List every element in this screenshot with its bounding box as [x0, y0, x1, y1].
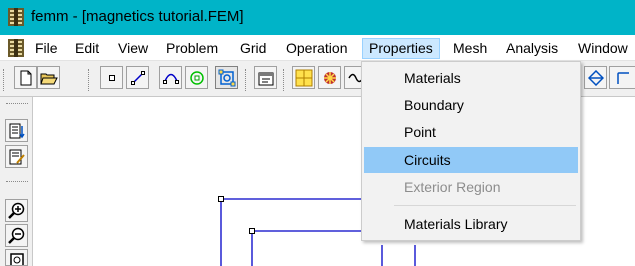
group-mode-button[interactable] [215, 66, 238, 89]
toolbar-grip[interactable] [283, 69, 286, 91]
node-point[interactable] [249, 228, 255, 234]
zoom-in-icon [7, 202, 24, 219]
menu-problem[interactable]: Problem [160, 38, 224, 59]
inner-boundary-segment[interactable] [251, 230, 375, 266]
document-system-menu-icon[interactable] [8, 39, 24, 57]
arc-segment-mode-icon [162, 73, 179, 84]
block-label-mode-button[interactable] [185, 66, 208, 89]
snap-grid-icon [9, 123, 25, 138]
open-file-button[interactable] [37, 66, 60, 89]
grid-properties-button[interactable] [5, 145, 28, 168]
menu-mesh[interactable]: Mesh [447, 38, 493, 59]
diamond-icon [587, 69, 604, 86]
new-file-button[interactable] [14, 66, 37, 89]
toolbar-grip[interactable] [88, 69, 91, 91]
properties-button[interactable] [254, 66, 277, 89]
new-file-icon [20, 70, 31, 85]
toolbar-grip[interactable] [3, 69, 6, 91]
open-folder-icon [39, 73, 58, 84]
menu-bar: File Edit View Problem Grid Operation Pr… [0, 35, 635, 61]
femm-app-icon [8, 8, 24, 26]
zoom-natural-button[interactable] [5, 249, 28, 266]
menu-grid[interactable]: Grid [234, 38, 272, 59]
corner-button[interactable] [609, 66, 635, 89]
outer-boundary-segment[interactable] [220, 198, 375, 266]
segment-mode-icon [130, 70, 145, 85]
menu-properties[interactable]: Properties [362, 38, 440, 59]
toolbar-grip[interactable] [6, 181, 28, 184]
menu-separator [394, 205, 576, 206]
toolbar-grip[interactable] [6, 103, 28, 106]
orient-button[interactable] [584, 66, 607, 89]
window-title: femm - [magnetics tutorial.FEM] [31, 8, 244, 25]
menu-analysis[interactable]: Analysis [500, 38, 564, 59]
menu-edit[interactable]: Edit [69, 38, 105, 59]
menu-item-materials-library[interactable]: Materials Library [364, 211, 578, 237]
zoom-window-button[interactable] [292, 66, 315, 89]
mesh-button[interactable] [318, 66, 341, 89]
menu-item-boundary[interactable]: Boundary [364, 92, 578, 118]
arc-segment-mode-button[interactable] [159, 66, 182, 89]
menu-item-point[interactable]: Point [364, 119, 578, 145]
menu-item-exterior-region: Exterior Region [404, 179, 501, 195]
toolbar-grip[interactable] [245, 69, 248, 91]
snap-grid-button[interactable] [5, 119, 28, 142]
menu-file[interactable]: File [29, 38, 64, 59]
menu-view[interactable]: View [112, 38, 154, 59]
mesh-icon [323, 71, 336, 84]
menu-window[interactable]: Window [572, 38, 634, 59]
node-mode-button[interactable] [100, 66, 123, 89]
menu-item-circuits[interactable]: Circuits [364, 147, 578, 173]
title-bar: femm - [magnetics tutorial.FEM] [0, 0, 635, 35]
properties-dropdown-menu: Materials Boundary Point Circuits Exteri… [361, 61, 581, 241]
node-mode-icon [108, 74, 115, 81]
node-point[interactable] [218, 196, 224, 202]
properties-icon [258, 72, 273, 85]
group-mode-icon [218, 69, 235, 86]
zoom-out-button[interactable] [5, 224, 28, 247]
left-toolbar [0, 97, 33, 266]
menu-operation[interactable]: Operation [280, 38, 353, 59]
zoom-in-button[interactable] [5, 199, 28, 222]
zoom-out-icon [7, 227, 24, 244]
menu-item-materials[interactable]: Materials [364, 65, 578, 91]
segment-mode-button[interactable] [126, 66, 149, 89]
zoom-window-icon [295, 69, 312, 86]
grid-properties-icon [9, 149, 25, 164]
zoom-natural-icon [9, 252, 24, 265]
corner-icon [616, 71, 629, 84]
block-label-mode-icon [189, 70, 204, 85]
